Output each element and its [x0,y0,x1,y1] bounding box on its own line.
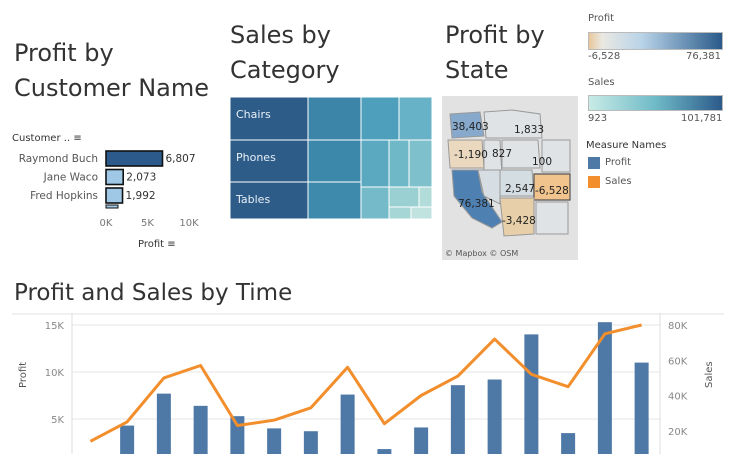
sales-color-ramp[interactable] [588,95,723,111]
customer-bar[interactable] [105,150,164,167]
sales-legend-max: 101,781 [681,113,723,124]
profit-bar[interactable] [120,425,135,454]
map-label: -1,190 [454,149,488,161]
customer-value-label: 1,992 [126,190,156,202]
state-map[interactable]: 38,403 1,833 -1,190 827 100 2,547 -6,528… [442,96,578,260]
treemap-cell[interactable] [418,186,432,208]
time-y2-axis-label: Sales [704,361,715,388]
customer-bar-partial[interactable] [105,204,119,209]
profit-axis-label: Profit [18,361,29,388]
map-attribution[interactable]: © Mapbox © OSM [445,249,518,258]
treemap-cell[interactable] [360,186,390,219]
treemap-cell[interactable] [388,206,412,219]
measure-legend-title: Measure Names [586,140,667,151]
map-label: 827 [492,148,512,160]
profit-bar[interactable] [303,431,318,454]
customer-header-label: Customer .. [12,133,71,144]
profit-legend-min: -6,528 [588,51,621,62]
map-label: -6,528 [535,185,569,197]
customer-value-label: 6,807 [165,153,195,165]
profit-legend-max: 76,381 [686,51,721,62]
state-title: Profit by State [445,18,545,88]
profit-bar[interactable] [156,393,171,454]
sales-axis-label: Sales [704,361,715,388]
map-label: -3,428 [502,215,536,227]
profit-bar[interactable] [487,379,502,454]
profit-bar[interactable] [450,385,465,454]
customer-value-label: 2,073 [126,172,156,184]
sales-axis-tick: 60K [668,356,688,367]
treemap-cell[interactable] [388,186,420,208]
sort-icon[interactable]: ≡ [167,239,175,250]
profit-bar[interactable] [267,428,282,454]
profit-bar[interactable] [340,394,355,454]
map-state[interactable] [535,201,569,235]
treemap-cell[interactable] [398,97,432,141]
state-title-line1: Profit by [445,21,545,49]
customer-bar[interactable] [105,168,125,186]
customer-axis-tick: 10K [179,218,199,229]
legend-swatch-profit[interactable] [588,157,600,169]
treemap-label-phones: Phones [236,151,276,164]
profit-bar[interactable] [561,433,576,454]
profit-bar[interactable] [634,362,649,454]
profit-axis-tick: 5K [51,415,64,426]
sales-legend-min: 923 [588,113,608,124]
state-title-line2: State [445,56,509,84]
customer-title-line1: Profit by [14,39,114,67]
customer-axis-tick: 5K [141,218,154,229]
customer-bar-chart: Raymond Buch 6,807 Jane Waco 2,073 Fred Hopk… [19,150,199,229]
treemap-cell[interactable] [360,139,390,188]
map-label: 76,381 [458,198,495,210]
sort-icon[interactable]: ≡ [73,133,81,144]
profit-bar[interactable] [524,334,539,454]
map-label: 38,403 [452,121,489,133]
profit-axis-tick: 15K [45,321,65,332]
map-label: 100 [532,156,552,168]
customer-header[interactable]: Customer .. ≡ [12,133,82,144]
time-chart: 0K5K10K15K0K20K40K60K80K [12,313,724,454]
category-title-line1: Sales by [230,21,331,49]
treemap-cell[interactable] [410,206,432,219]
sales-axis-tick: 80K [668,321,688,332]
profit-color-ramp[interactable] [588,32,723,50]
category-title-line2: Category [230,56,340,84]
profit-axis-tick: 10K [45,368,65,379]
customer-category-label[interactable]: Raymond Buch [19,153,98,165]
treemap-cell[interactable] [408,139,432,188]
treemap-cell[interactable] [307,181,362,219]
time-y-axis-label: Profit [18,362,29,388]
customer-axis-label: Profit [138,239,165,250]
customer-title-line2: Customer Name [14,74,210,102]
treemap-cell[interactable] [360,97,400,141]
treemap-cell[interactable] [307,97,362,141]
sales-axis-tick: 40K [668,392,688,403]
customer-title: Profit by Customer Name [14,36,209,106]
profit-bar[interactable] [230,416,245,454]
treemap-label-chairs: Chairs [236,108,271,121]
category-title: Sales by Category [230,18,340,88]
customer-category-label[interactable]: Jane Waco [43,172,98,184]
profit-legend-title: Profit [588,13,615,24]
map-label: 1,833 [514,124,544,136]
legend-swatch-sales[interactable] [588,176,600,188]
customer-axis-tick: 0K [100,218,113,229]
profit-bar[interactable] [193,405,208,454]
profit-bar[interactable] [377,449,392,454]
legend-label-sales[interactable]: Sales [605,176,632,187]
customer-axis-title[interactable]: Profit ≡ [138,239,176,250]
sales-axis-tick: 20K [668,427,688,438]
sales-legend-title: Sales [588,77,615,88]
customer-category-label[interactable]: Fred Hopkins [30,190,98,202]
treemap-cell[interactable] [388,139,410,188]
legend-label-profit[interactable]: Profit [605,157,631,168]
profit-bar[interactable] [414,427,429,454]
map-label: 2,547 [505,183,535,195]
customer-bar[interactable] [105,187,124,204]
treemap-label-tables: Tables [236,193,271,206]
treemap-cell[interactable] [307,139,362,183]
sales-line[interactable] [89,323,642,443]
